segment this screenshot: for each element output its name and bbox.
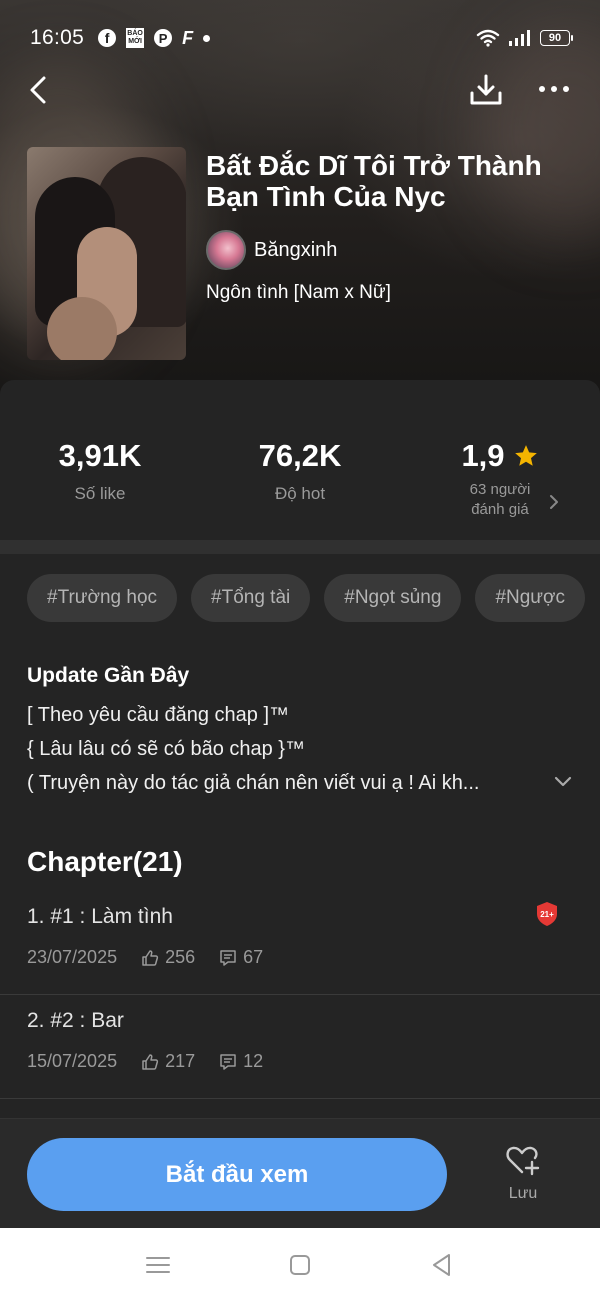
- likes-value: 3,91K: [58, 438, 142, 473]
- chapter-date: 15/07/2025: [27, 1051, 118, 1071]
- battery-icon: 90: [540, 30, 573, 46]
- comment-icon: [220, 949, 236, 966]
- download-icon: [470, 74, 502, 105]
- heart-plus-icon: [506, 1146, 540, 1176]
- signal-icon: [509, 30, 530, 46]
- book-detail-screen: 16:05 f BÁO MỚI P F 90 Bất Đắc Dĩ Tôi Tr…: [0, 0, 600, 1228]
- chapter-date: 23/07/2025: [27, 947, 118, 967]
- facebook-icon: f: [98, 29, 117, 47]
- start-reading-button[interactable]: Bắt đầu xem: [27, 1138, 447, 1211]
- rating-stat[interactable]: 1,9 63 người đánh giá: [400, 438, 600, 520]
- age-badge-text: 21+: [540, 910, 554, 919]
- chapter-comments: 67: [243, 947, 264, 967]
- hot-value: 76,2K: [258, 438, 342, 473]
- tag-chip[interactable]: #Ngọt sủng: [324, 574, 462, 622]
- section-divider: [0, 540, 600, 554]
- back-triangle-icon[interactable]: [427, 1250, 457, 1280]
- chapter-row[interactable]: 2. #2 : Bar 15/07/2025 217 12: [0, 995, 600, 1099]
- dot-icon: [551, 86, 557, 92]
- top-nav: [0, 64, 600, 114]
- chapter-comments: 12: [243, 1051, 264, 1071]
- rating-value-row: 1,9: [400, 438, 600, 474]
- update-line: [ Theo yêu cầu đăng chap ]™: [27, 704, 290, 726]
- rating-value: 1,9: [461, 438, 505, 473]
- back-button[interactable]: [22, 72, 54, 108]
- dot-icon: [563, 86, 569, 92]
- pinterest-icon: P: [154, 29, 173, 47]
- update-line: { Lâu lâu có sẽ có bão chap }™: [27, 738, 305, 760]
- tag-chip[interactable]: #Trường học: [27, 574, 178, 622]
- more-notifications-dot: [203, 34, 211, 42]
- hot-stat: 76,2K Độ hot: [200, 438, 400, 504]
- likes-label: Số like: [74, 484, 126, 503]
- wifi-icon: [476, 29, 500, 47]
- chevron-down-icon: [554, 776, 572, 787]
- download-button[interactable]: [466, 70, 506, 110]
- chapter-title: 1. #1 : Làm tình: [27, 905, 173, 928]
- tag-chip[interactable]: #Tổng tài: [191, 574, 311, 622]
- status-right: 90: [476, 29, 573, 47]
- chapter-row[interactable]: 1. #1 : Làm tình 21+ 23/07/2025 256 67: [0, 891, 600, 995]
- home-square-icon[interactable]: [285, 1250, 315, 1280]
- book-cover-image[interactable]: [27, 147, 186, 360]
- f-icon: F: [182, 27, 194, 48]
- chapter-heading: Chapter(21): [27, 846, 183, 877]
- system-nav-bar: [0, 1228, 600, 1300]
- comment-icon: [220, 1053, 236, 1070]
- thumbs-up-icon: [142, 1053, 159, 1070]
- dot-icon: [539, 86, 545, 92]
- chapter-meta: 15/07/2025 217 12: [27, 1051, 263, 1072]
- tag-list: #Trường học #Tổng tài #Ngọt sủng #Ngược: [27, 574, 585, 622]
- rating-count-line2: đánh giá: [471, 501, 529, 518]
- chevron-left-icon: [30, 76, 46, 104]
- hot-label: Độ hot: [274, 484, 326, 503]
- save-button[interactable]: Lưu: [493, 1143, 553, 1213]
- chapter-likes: 217: [165, 1051, 196, 1071]
- author-name[interactable]: Băngxinh: [254, 239, 337, 262]
- thumbs-up-icon: [142, 949, 159, 966]
- tag-chip[interactable]: #Ngược: [475, 574, 585, 622]
- chapter-title: 2. #2 : Bar: [27, 1009, 124, 1032]
- book-genre: Ngôn tình [Nam x Nữ]: [206, 282, 391, 303]
- notification-icons: f BÁO MỚI P F: [98, 27, 211, 49]
- update-title: Update Gần Đây: [27, 664, 190, 687]
- chevron-right-icon[interactable]: [548, 494, 560, 510]
- baomoi-icon: BÁO MỚI: [126, 28, 145, 48]
- author-avatar[interactable]: [206, 230, 246, 270]
- rating-count: 63 người đánh giá: [400, 480, 600, 520]
- recent-update: Update Gần Đây [ Theo yêu cầu đăng chap …: [27, 664, 587, 800]
- chapter-likes: 256: [165, 947, 196, 967]
- age-21-badge-icon: 21+: [537, 902, 557, 926]
- status-time: 16:05: [30, 26, 85, 49]
- chapter-meta: 23/07/2025 256 67: [27, 947, 263, 968]
- author-row[interactable]: Băngxinh: [206, 230, 337, 270]
- update-line: ( Truyện này do tác giả chán nên viết vu…: [27, 772, 480, 794]
- bottom-action-bar: Bắt đầu xem Lưu: [0, 1118, 600, 1228]
- expand-description-button[interactable]: [550, 768, 576, 794]
- hero-background: 16:05 f BÁO MỚI P F 90 Bất Đắc Dĩ Tôi Tr…: [0, 0, 600, 400]
- book-title: Bất Đắc Dĩ Tôi Trở Thành Bạn Tình Của Ny…: [206, 150, 542, 212]
- menu-icon[interactable]: [143, 1250, 173, 1280]
- save-label: Lưu: [508, 1185, 538, 1202]
- more-options-button[interactable]: [532, 74, 576, 104]
- rating-count-line1: 63 người: [469, 481, 531, 498]
- stats-card: 3,91K Số like 76,2K Độ hot 1,9 63 người …: [0, 380, 600, 540]
- likes-stat: 3,91K Số like: [0, 438, 200, 504]
- star-icon: [514, 445, 537, 466]
